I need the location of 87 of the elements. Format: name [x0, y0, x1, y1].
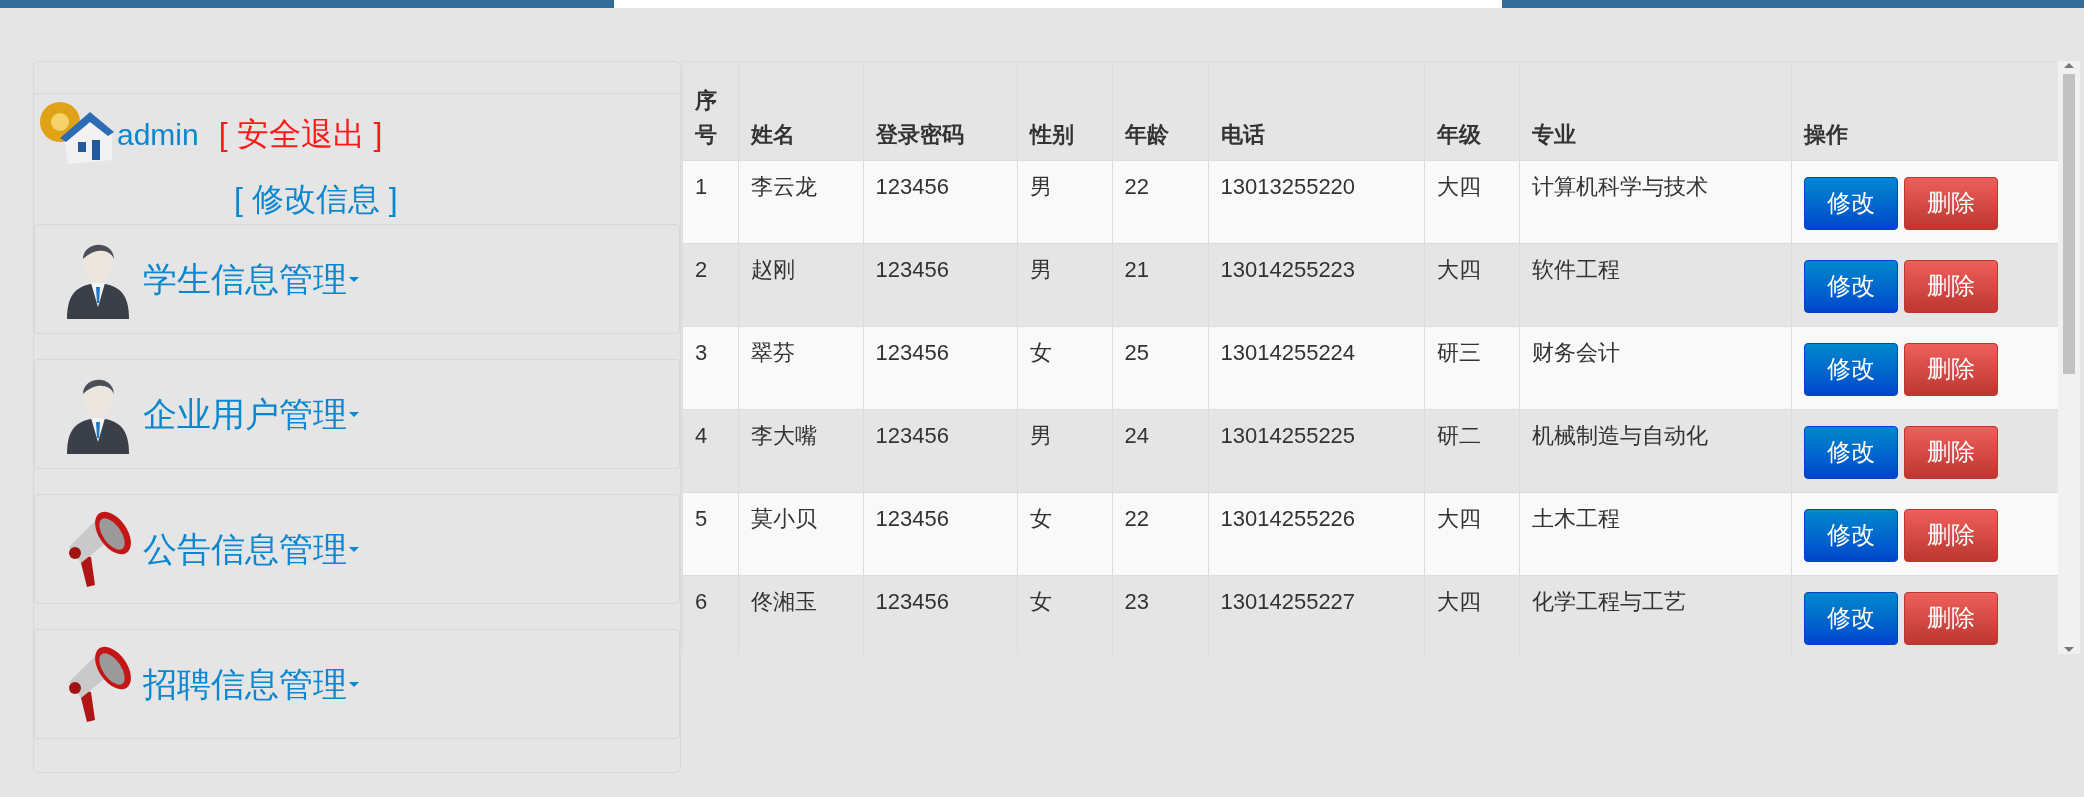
table-cell: 4 [683, 409, 738, 492]
column-header: 电话 [1208, 62, 1424, 160]
table-cell: 化学工程与工艺 [1519, 575, 1791, 654]
scroll-down-icon[interactable] [2064, 647, 2074, 652]
table-cell: 25 [1112, 326, 1208, 409]
table-cell: 财务会计 [1519, 326, 1791, 409]
delete-button[interactable]: 删除 [1903, 176, 1998, 230]
table-cell: 研三 [1424, 326, 1519, 409]
table-cell: 23 [1112, 575, 1208, 654]
edit-button[interactable]: 修改 [1803, 425, 1898, 479]
table-cell: 大四 [1424, 492, 1519, 575]
table-cell: 大四 [1424, 575, 1519, 654]
menu-label[interactable]: 企业用户管理 [143, 388, 347, 440]
caret-icon [349, 411, 359, 417]
table-cell: 莫小贝 [738, 492, 863, 575]
edit-button[interactable]: 修改 [1803, 259, 1898, 313]
caret-icon [349, 681, 359, 687]
table-cell: 6 [683, 575, 738, 654]
column-header: 年龄 [1112, 62, 1208, 160]
table-cell: 24 [1112, 409, 1208, 492]
table-cell: 13013255220 [1208, 160, 1424, 243]
table-cell: 佟湘玉 [738, 575, 863, 654]
column-header: 专业 [1519, 62, 1791, 160]
caret-icon [349, 276, 359, 282]
menu-label[interactable]: 公告信息管理 [143, 523, 347, 575]
column-header: 姓名 [738, 62, 863, 160]
table-cell: 女 [1017, 326, 1112, 409]
edit-button[interactable]: 修改 [1803, 342, 1898, 396]
table-cell: 男 [1017, 160, 1112, 243]
column-header: 性别 [1017, 62, 1112, 160]
username-link[interactable]: admin [117, 111, 199, 157]
table-cell: 李大嘴 [738, 409, 863, 492]
column-header: 登录密码 [863, 62, 1017, 160]
table-cell: 21 [1112, 243, 1208, 326]
menu-label[interactable]: 学生信息管理 [143, 253, 347, 305]
edit-profile-link[interactable]: [ 修改信息 ] [234, 175, 398, 223]
menu-item[interactable]: 企业用户管理 [34, 359, 680, 469]
table-cell: 李云龙 [738, 160, 863, 243]
table-cell: 研二 [1424, 409, 1519, 492]
edit-button[interactable]: 修改 [1803, 591, 1898, 645]
delete-button[interactable]: 删除 [1903, 508, 1998, 562]
table-cell: 男 [1017, 409, 1112, 492]
table-cell: 13014255223 [1208, 243, 1424, 326]
table-cell: 22 [1112, 160, 1208, 243]
table-cell: 大四 [1424, 243, 1519, 326]
table-cell: 2 [683, 243, 738, 326]
scroll-up-icon[interactable] [2064, 63, 2074, 68]
table-cell: 13014255226 [1208, 492, 1424, 575]
scrollbar[interactable] [2058, 61, 2080, 654]
menu-item[interactable]: 公告信息管理 [34, 494, 680, 604]
delete-button[interactable]: 删除 [1903, 342, 1998, 396]
table-cell: 123456 [863, 160, 1017, 243]
logout-link[interactable]: [ 安全退出 ] [218, 110, 383, 158]
table-cell: 123456 [863, 492, 1017, 575]
table-cell: 13014255225 [1208, 409, 1424, 492]
menu-label[interactable]: 招聘信息管理 [143, 658, 347, 710]
table-cell: 男 [1017, 243, 1112, 326]
edit-button[interactable]: 修改 [1803, 508, 1898, 562]
table-cell: 大四 [1424, 160, 1519, 243]
column-header: 序号 [683, 62, 738, 160]
table-cell: 软件工程 [1519, 243, 1791, 326]
table-cell: 5 [683, 492, 738, 575]
delete-button[interactable]: 删除 [1903, 259, 1998, 313]
table-cell: 22 [1112, 492, 1208, 575]
table-cell: 翠芬 [738, 326, 863, 409]
column-header: 年级 [1424, 62, 1519, 160]
table-cell: 123456 [863, 326, 1017, 409]
table-cell: 3 [683, 326, 738, 409]
caret-icon [349, 546, 359, 552]
table-cell: 赵刚 [738, 243, 863, 326]
delete-button[interactable]: 删除 [1903, 591, 1998, 645]
table-cell: 1 [683, 160, 738, 243]
table-cell: 123456 [863, 409, 1017, 492]
table-cell: 计算机科学与技术 [1519, 160, 1791, 243]
menu-item[interactable]: 招聘信息管理 [34, 629, 680, 739]
menu-item[interactable]: 学生信息管理 [34, 224, 680, 334]
table-cell: 123456 [863, 243, 1017, 326]
table-cell: 123456 [863, 575, 1017, 654]
table-cell: 女 [1017, 492, 1112, 575]
table-cell: 女 [1017, 575, 1112, 654]
scrollbar-thumb[interactable] [2063, 74, 2075, 374]
table-cell: 13014255227 [1208, 575, 1424, 654]
table-cell: 机械制造与自动化 [1519, 409, 1791, 492]
table-cell: 土木工程 [1519, 492, 1791, 575]
table-cell: 13014255224 [1208, 326, 1424, 409]
delete-button[interactable]: 删除 [1903, 425, 1998, 479]
edit-button[interactable]: 修改 [1803, 176, 1898, 230]
